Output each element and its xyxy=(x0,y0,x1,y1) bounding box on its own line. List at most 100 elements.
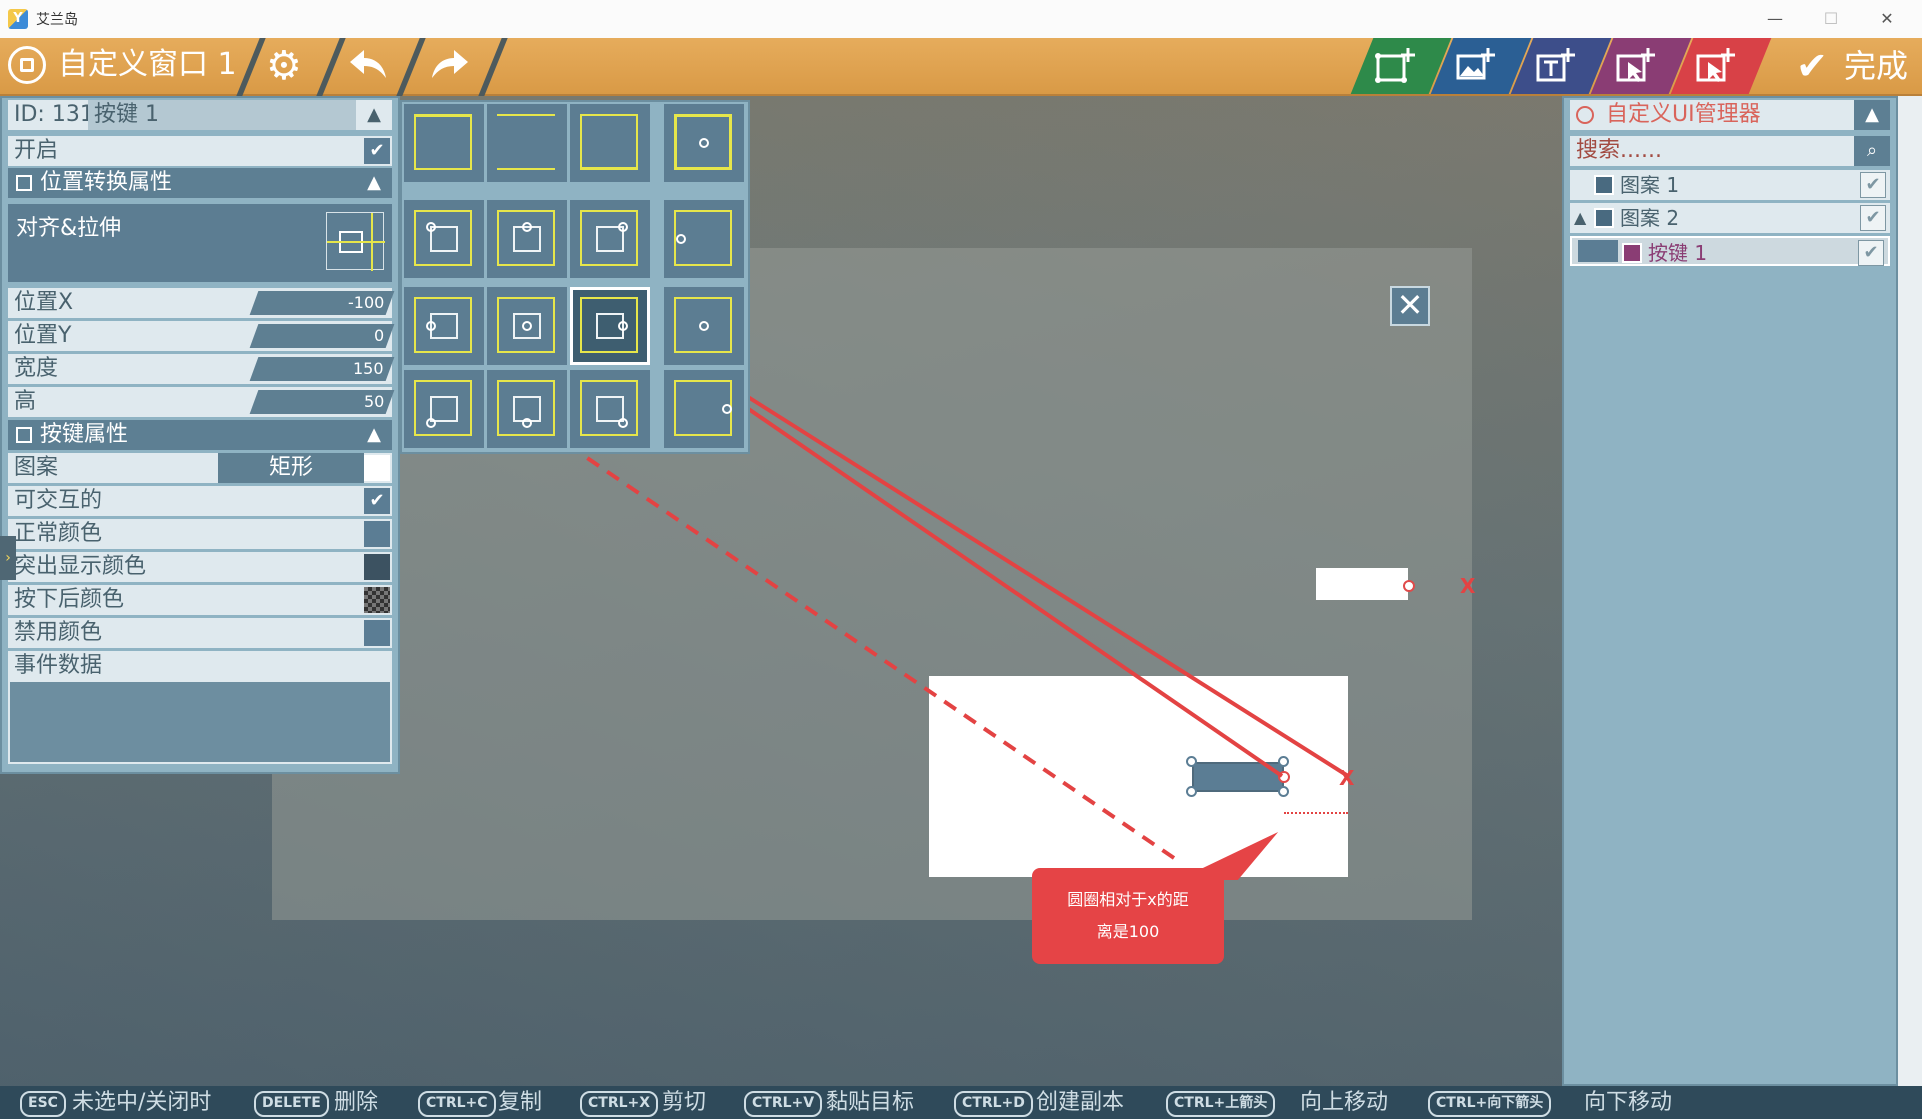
height-row: 高 50 xyxy=(8,387,395,417)
color-row: 突出显示颜色 xyxy=(8,552,392,582)
event-row: 事件数据 xyxy=(8,651,392,681)
button-icon xyxy=(1622,243,1642,263)
color-row: 正常颜色 xyxy=(8,519,392,549)
anchor-preset-stretch-vertical-left[interactable] xyxy=(664,200,744,278)
button-section-label: 按键属性 xyxy=(40,422,129,447)
field-label: 位置Y xyxy=(14,323,72,348)
pattern-select[interactable]: 矩形 xyxy=(218,453,364,483)
tree-item-image-2[interactable]: ▲ 图案 2 ✔ xyxy=(1570,203,1890,233)
width-input[interactable]: 150 xyxy=(249,357,395,381)
height-input[interactable]: 50 xyxy=(249,390,395,414)
anchor-preset-stretch-vertical-center[interactable] xyxy=(664,287,744,365)
shortcut-desc: 复制 xyxy=(498,1090,543,1115)
callout-text: 圆圈相对于x的距 xyxy=(1067,890,1189,909)
width-row: 宽度 150 xyxy=(8,354,395,384)
anchor-preset-bottom-stretch[interactable] xyxy=(570,104,650,182)
position-x-input[interactable]: -100 xyxy=(249,291,395,315)
position-y-row: 位置Y 0 xyxy=(8,321,395,351)
visibility-checkbox[interactable]: ✔ xyxy=(1860,205,1886,231)
anchor-preset-top-center[interactable] xyxy=(487,200,567,278)
id-label: ID: 131 xyxy=(14,102,94,127)
shortcut-key: CTRL+X xyxy=(580,1091,659,1117)
color-row: 禁用颜色 xyxy=(8,618,392,648)
anchor-preset-top-left[interactable] xyxy=(404,200,484,278)
callout-text: 离是100 xyxy=(1096,922,1160,941)
shortcut-desc: 未选中/关闭时 xyxy=(72,1090,212,1115)
anchor-preset-top-right[interactable] xyxy=(570,200,650,278)
align-stretch-row: 对齐&拉伸 xyxy=(8,204,392,282)
color-row: 按下后颜色 xyxy=(8,585,392,615)
anchor-preset-bottom-left[interactable] xyxy=(404,370,484,448)
pattern-swatch[interactable] xyxy=(364,455,390,481)
shortcut-desc: 删除 xyxy=(334,1090,379,1115)
button-icon xyxy=(16,427,32,443)
field-label: 宽度 xyxy=(14,356,59,381)
enable-checkbox[interactable]: ✔ xyxy=(364,138,390,164)
anchor-preset-bottom-center[interactable] xyxy=(487,370,567,448)
tree-item-button-1[interactable]: 按键 1 ✔ xyxy=(1570,236,1890,266)
visibility-checkbox[interactable]: ✔ xyxy=(1860,172,1886,198)
collapse-arrow-icon[interactable]: ▲ xyxy=(1854,100,1890,130)
search-input[interactable]: 搜索...... xyxy=(1576,136,1662,166)
shortcut-desc: 剪切 xyxy=(662,1090,707,1115)
collapse-arrow-icon[interactable]: ▲ xyxy=(1574,203,1586,233)
anchor-preset-bottom-right[interactable] xyxy=(570,370,650,448)
shortcut-key: CTRL+D xyxy=(954,1091,1033,1117)
tree-item-label: 按键 1 xyxy=(1648,241,1708,265)
pressed-color-swatch[interactable] xyxy=(364,587,390,613)
normal-color-swatch[interactable] xyxy=(364,521,390,547)
anchor-preset-middle-right[interactable] xyxy=(570,287,650,365)
enable-row: 开启 ✔ xyxy=(8,136,392,166)
ui-manager-title: 自定义UI管理器 xyxy=(1606,102,1761,127)
position-y-input[interactable]: 0 xyxy=(249,324,395,348)
tree-item-label: 图案 1 xyxy=(1620,173,1680,197)
event-data-input[interactable] xyxy=(8,680,392,764)
anchor-preset-full-stretch[interactable] xyxy=(664,104,744,182)
indent-marker xyxy=(1578,240,1618,262)
shortcut-key: ESC xyxy=(20,1091,66,1117)
color-label: 正常颜色 xyxy=(14,521,103,546)
image-icon xyxy=(1594,208,1614,228)
anchor-preset-middle-left[interactable] xyxy=(404,287,484,365)
align-preset-button[interactable] xyxy=(326,212,385,271)
ui-manager-header: 自定义UI管理器 ▲ xyxy=(1570,100,1890,130)
align-label: 对齐&拉伸 xyxy=(16,216,122,241)
interactable-checkbox[interactable]: ✔ xyxy=(364,488,390,514)
collapse-arrow-icon[interactable]: ▲ xyxy=(356,100,392,130)
field-label: 高 xyxy=(14,389,37,414)
shortcut-desc: 向下移动 xyxy=(1584,1090,1673,1115)
highlight-color-swatch[interactable] xyxy=(364,554,390,580)
interactable-label: 可交互的 xyxy=(14,488,103,513)
color-label: 按下后颜色 xyxy=(14,587,125,612)
search-icon[interactable]: ⌕ xyxy=(1854,136,1890,166)
position-x-row: 位置X -100 xyxy=(8,288,395,318)
disabled-color-swatch[interactable] xyxy=(364,620,390,646)
color-label: 禁用颜色 xyxy=(14,620,103,645)
expand-tab-icon[interactable]: › xyxy=(0,536,16,580)
shortcut-bar: ESC 未选中/关闭时 DELETE 删除 CTRL+C 复制 CTRL+X 剪… xyxy=(0,1086,1922,1119)
name-input[interactable]: 按键 1 xyxy=(88,100,360,130)
anchor-preset-middle-center[interactable] xyxy=(487,287,567,365)
pattern-label: 图案 xyxy=(14,455,59,480)
shortcut-desc: 创建副本 xyxy=(1036,1090,1125,1115)
anchor-preset-top-stretch-left[interactable] xyxy=(404,104,484,182)
anchor-preset-middle-stretch[interactable] xyxy=(487,104,567,182)
tree-item-image-1[interactable]: 图案 1 ✔ xyxy=(1570,170,1890,200)
shortcut-key: CTRL+上箭头 xyxy=(1166,1091,1276,1117)
collapse-arrow-icon[interactable]: ▲ xyxy=(356,168,392,198)
visibility-checkbox[interactable]: ✔ xyxy=(1858,240,1884,266)
scrollbar[interactable] xyxy=(1898,96,1922,1086)
manager-icon xyxy=(1576,106,1594,124)
anchor-preset-stretch-vertical-right[interactable] xyxy=(664,370,744,448)
color-label: 突出显示颜色 xyxy=(14,554,147,579)
position-section-header[interactable]: 位置转换属性 ▲ xyxy=(8,168,392,198)
interactable-row: 可交互的 ✔ xyxy=(8,486,392,516)
tree-item-label: 图案 2 xyxy=(1620,206,1680,230)
image-icon xyxy=(1594,175,1614,195)
shortcut-key: CTRL+向下箭头 xyxy=(1428,1091,1552,1117)
enable-label: 开启 xyxy=(14,138,59,163)
button-section-header[interactable]: 按键属性 ▲ xyxy=(8,420,392,450)
event-label: 事件数据 xyxy=(14,653,103,678)
collapse-arrow-icon[interactable]: ▲ xyxy=(356,420,392,450)
transform-icon xyxy=(16,175,32,191)
